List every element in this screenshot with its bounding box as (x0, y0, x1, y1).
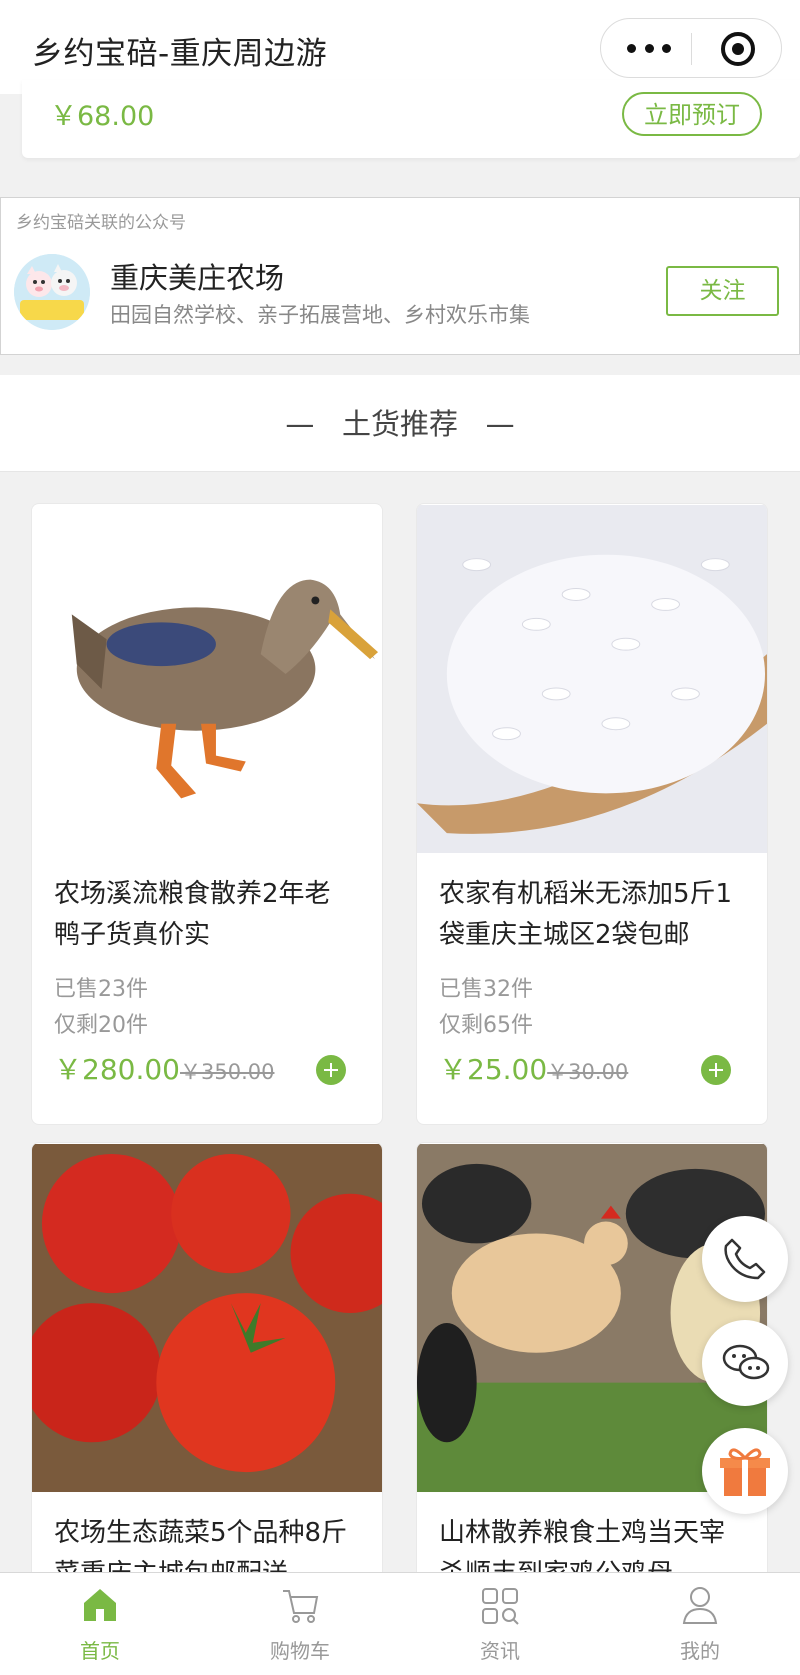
product-card[interactable]: 农场生态蔬菜5个品种8斤菜重庆主城包邮配送 (31, 1142, 383, 1582)
stock-remaining: 仅剩20件 (54, 1013, 148, 1038)
home-icon (84, 1589, 116, 1621)
tab-home[interactable]: 首页 (0, 1573, 200, 1675)
section-title-text: 土货推荐 (341, 407, 458, 441)
official-account-description: 田园自然学校、亲子拓展营地、乡村欢乐市集 (110, 303, 530, 327)
tab-label: 我的 (680, 1639, 720, 1663)
official-account-caption: 乡约宝碚关联的公众号 (16, 213, 186, 233)
chat-button[interactable] (702, 1320, 788, 1406)
duck-image (32, 504, 382, 854)
tab-label: 购物车 (270, 1639, 330, 1663)
current-price: ￥280.00 (54, 1053, 180, 1086)
follow-button[interactable]: 关注 (666, 266, 779, 316)
original-price: ￥30.00 (547, 1060, 629, 1084)
news-icon (482, 1588, 519, 1625)
tomato-image (32, 1143, 382, 1493)
book-now-button[interactable]: 立即预订 (622, 92, 762, 136)
add-to-cart-button[interactable] (701, 1055, 731, 1085)
page-title: 乡约宝碚-重庆周边游 (32, 36, 328, 72)
package-price: ￥68.00 (50, 101, 155, 132)
rice-image (417, 504, 767, 854)
tab-profile[interactable]: 我的 (600, 1573, 800, 1675)
price: ￥280.00￥350.00 (54, 1048, 274, 1088)
section-title: — 土货推荐 — (0, 401, 800, 443)
farm-logo (14, 254, 90, 330)
tab-label: 首页 (80, 1639, 120, 1663)
product-card[interactable]: 农家有机稻米无添加5斤1袋重庆主城区2袋包邮 已售32件 仅剩65件 ￥25.0… (416, 503, 768, 1125)
phone-icon (724, 1238, 766, 1280)
tab-label: 资讯 (480, 1639, 520, 1663)
gift-icon (720, 1448, 770, 1496)
product-name: 农家有机稻米无添加5斤1袋重庆主城区2袋包邮 (439, 879, 733, 950)
close-miniprogram-icon[interactable] (721, 32, 755, 66)
sold-count: 已售32件 (439, 977, 533, 1002)
price: ￥25.00￥30.00 (439, 1048, 628, 1088)
original-price: ￥350.00 (179, 1060, 275, 1084)
capsule-divider (691, 33, 692, 65)
title-dash-right: — (485, 407, 515, 441)
sold-count: 已售23件 (54, 977, 148, 1002)
current-price: ￥25.00 (439, 1053, 548, 1086)
product-card[interactable]: 农场溪流粮食散养2年老鸭子货真价实 已售23件 仅剩20件 ￥280.00￥35… (31, 503, 383, 1125)
chat-icon (722, 1344, 770, 1380)
tab-news[interactable]: 资讯 (400, 1573, 600, 1675)
title-dash-left: — (285, 407, 315, 441)
capsule-menu (600, 18, 782, 78)
phone-button[interactable] (702, 1216, 788, 1302)
tab-bar: 首页 购物车 资讯 我的 (0, 1572, 800, 1675)
profile-icon (682, 1587, 718, 1624)
add-to-cart-button[interactable] (316, 1055, 346, 1085)
product-name: 农场溪流粮食散养2年老鸭子货真价实 (54, 879, 331, 950)
stock-remaining: 仅剩65件 (439, 1013, 533, 1038)
gift-button[interactable] (702, 1428, 788, 1514)
official-account-name[interactable]: 重庆美庄农场 (110, 255, 284, 297)
more-options-icon[interactable] (627, 37, 671, 59)
tab-cart[interactable]: 购物车 (200, 1573, 400, 1675)
cart-icon (283, 1590, 319, 1623)
